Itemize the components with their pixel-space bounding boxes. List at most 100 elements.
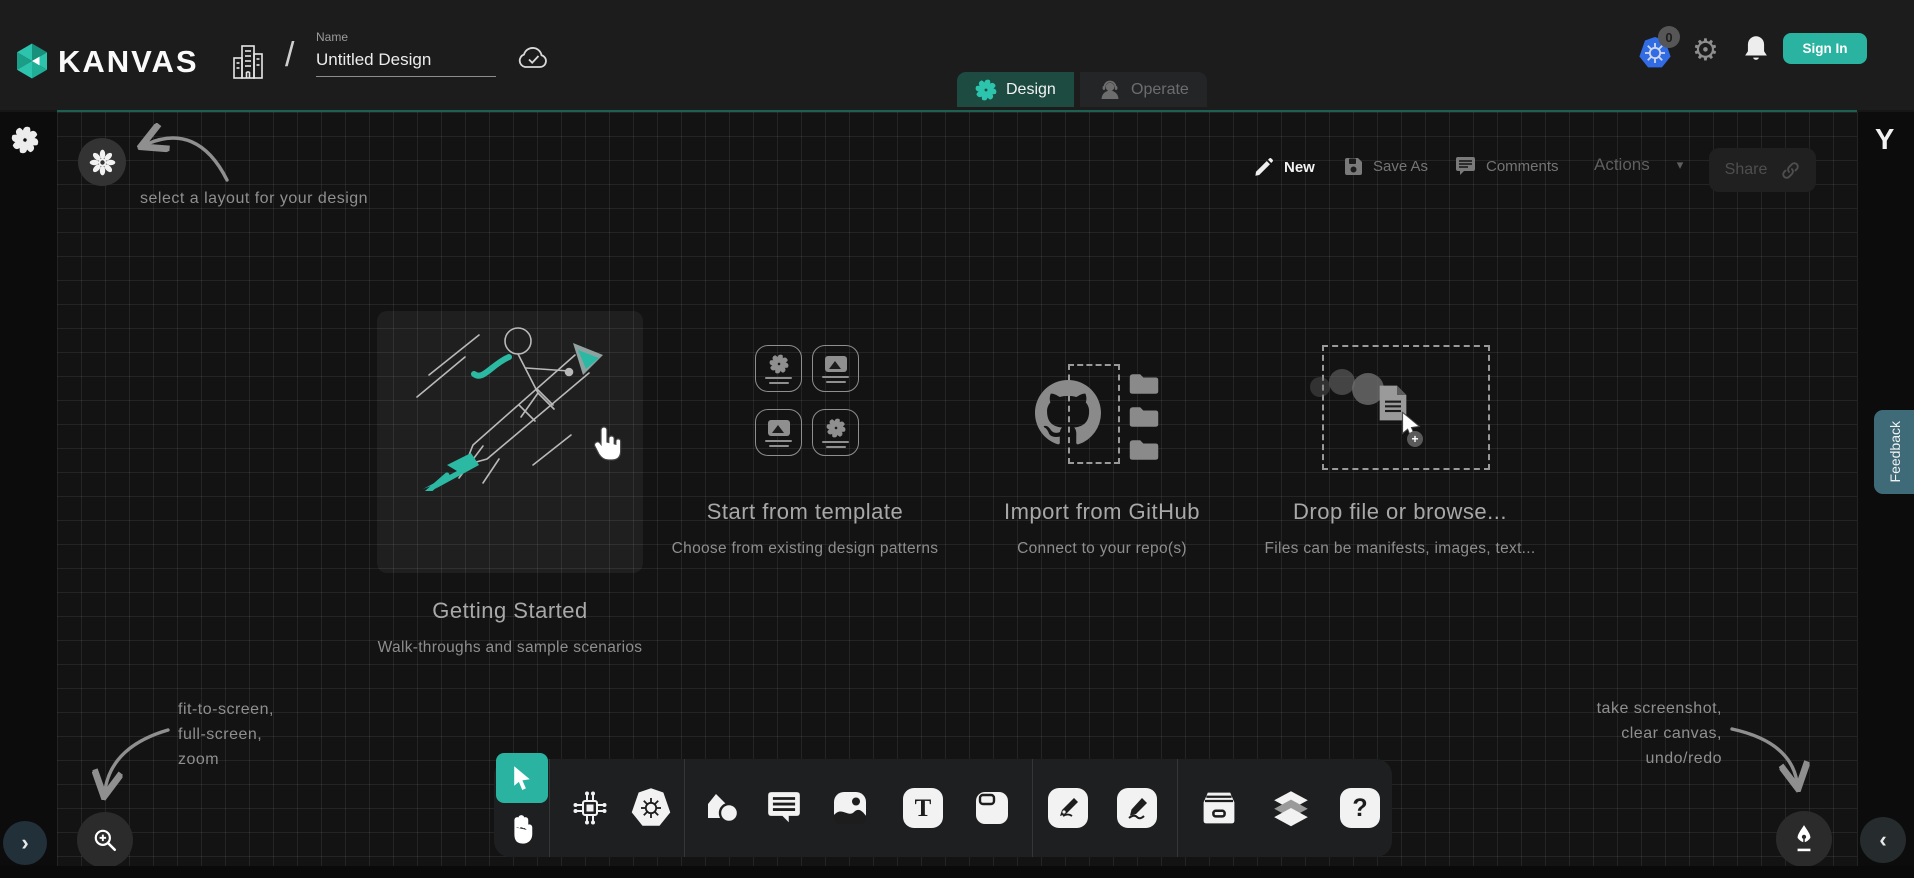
fade-dot [1329,369,1355,395]
template-tile [755,345,802,392]
drop-file-subtitle: Files can be manifests, images, text... [1180,540,1620,558]
drop-file-title: Drop file or browse... [1200,499,1600,525]
pen-nib-icon [1791,824,1817,854]
feedback-tab[interactable]: Feedback [1874,410,1914,494]
template-tile [812,345,859,392]
screenshot-tools-button[interactable] [1776,811,1832,867]
pencil-scribble-tool-button[interactable] [1117,788,1157,828]
layout-flower-icon [89,149,116,176]
add-file-plus-icon: + [1407,431,1423,447]
organization-building-icon[interactable] [231,42,265,82]
select-tool-button[interactable] [496,753,548,803]
app-header: KANVAS / Name Design [0,0,1914,110]
getting-started-card[interactable]: Getting Started Walk-throughs and sample… [377,311,643,573]
layout-selector-button[interactable] [78,138,126,186]
hand-pan-tool-button[interactable] [506,811,538,849]
frame-tool-button[interactable] [972,788,1012,828]
new-button[interactable]: New [1253,156,1315,178]
fade-dot [1310,377,1330,397]
template-image-icon [824,355,848,373]
help-tool-button[interactable]: ? [1340,788,1380,828]
text-tool-glyph: T [915,796,932,821]
pen-tool-button[interactable] [1048,788,1088,828]
getting-started-title: Getting Started [310,598,710,624]
github-octocat-icon [1035,380,1101,446]
floppy-save-icon [1343,156,1364,177]
sign-in-label: Sign In [1803,41,1848,56]
cloud-saved-icon [516,46,550,72]
node-graph-tool-button[interactable] [570,788,610,828]
settings-gear-icon[interactable]: ⚙ [1692,36,1719,66]
template-pinwheel-icon [769,354,789,374]
help-glyph: ? [1352,796,1367,821]
comments-label: Comments [1486,158,1559,175]
kanvas-logo-icon [12,41,52,81]
kanvas-app: KANVAS / Name Design [0,0,1914,878]
y-logo-icon[interactable]: Y [1875,124,1894,157]
folder-icon [1128,439,1160,461]
folder-icon [1128,373,1160,395]
template-tile [812,409,859,456]
bottom-edge-strip [0,866,1914,878]
tab-operate[interactable]: Operate [1080,72,1207,107]
template-pinwheel-icon [826,418,846,438]
collapse-right-panel-button[interactable]: ‹ [1860,817,1906,863]
archive-tool-button[interactable] [1198,789,1240,827]
text-tool-button[interactable]: T [903,788,943,828]
right-sidebar: Y Feedback ‹ [1857,112,1914,878]
design-pinwheel-icon [975,79,997,101]
save-as-button[interactable]: Save As [1343,156,1428,177]
kubernetes-tool-button[interactable] [630,787,672,829]
save-as-label: Save As [1373,158,1428,175]
comments-button[interactable]: Comments [1454,156,1559,177]
layers-tool-button[interactable] [1270,787,1312,829]
tab-operate-label: Operate [1131,81,1189,99]
bottom-left-hint: fit-to-screen, full-screen, zoom [178,697,274,772]
feedback-label: Feedback [1887,421,1903,482]
layout-hint-text: select a layout for your design [140,190,368,208]
share-link-icon [1781,161,1800,180]
shapes-tool-button[interactable] [702,788,742,828]
getting-started-subtitle: Walk-throughs and sample scenarios [290,639,730,657]
template-image-icon [767,419,791,437]
design-name-input[interactable] [316,48,496,77]
brand-name: KANVAS [58,44,199,80]
comment-tool-button[interactable] [765,790,803,826]
agent-pinwheel-icon[interactable] [11,126,39,154]
actions-label: Actions [1594,155,1650,175]
folder-icon [1128,406,1160,428]
actions-dropdown[interactable]: Actions ▾ [1594,155,1683,175]
design-canvas[interactable]: select a layout for your design New Save… [57,110,1857,866]
chevron-right-icon: › [21,830,28,856]
hand-pointer-cursor [589,425,625,465]
select-cursor-icon [510,765,534,791]
notification-count-badge: 0 [1658,26,1680,48]
template-tile [755,409,802,456]
expand-left-panel-button[interactable]: › [3,821,47,865]
new-label: New [1284,159,1315,176]
notifications-bell-icon[interactable] [1742,34,1770,64]
zoom-in-magnifier-icon [92,827,118,853]
pencil-new-icon [1253,156,1275,178]
sign-in-button[interactable]: Sign In [1783,33,1867,64]
tab-design-label: Design [1006,81,1056,99]
comments-bubble-icon [1454,156,1477,177]
image-tool-button[interactable] [830,788,870,828]
share-button[interactable]: Share [1709,148,1816,192]
caret-down-icon: ▾ [1677,157,1684,173]
canvas-tools-toolbar: T [494,759,1392,857]
chevron-left-icon: ‹ [1879,827,1886,853]
pen-icon [1055,795,1081,821]
pencil-icon [1124,795,1150,821]
breadcrumb-separator: / [285,36,294,75]
drop-file-card[interactable]: + Drop file or browse... Files can be ma… [1322,345,1522,566]
import-from-github-card[interactable]: Import from GitHub Connect to your repo(… [1035,345,1235,566]
start-from-template-card[interactable]: Start from template Choose from existing… [755,345,916,566]
design-name-label: Name [316,30,348,44]
share-label: Share [1725,161,1768,179]
operate-headset-icon [1098,78,1122,102]
tab-design[interactable]: Design [957,72,1074,107]
left-sidebar: › [0,112,58,878]
bottom-right-hint: take screenshot, clear canvas, undo/redo [1522,696,1722,771]
zoom-controls-button[interactable] [77,812,133,868]
